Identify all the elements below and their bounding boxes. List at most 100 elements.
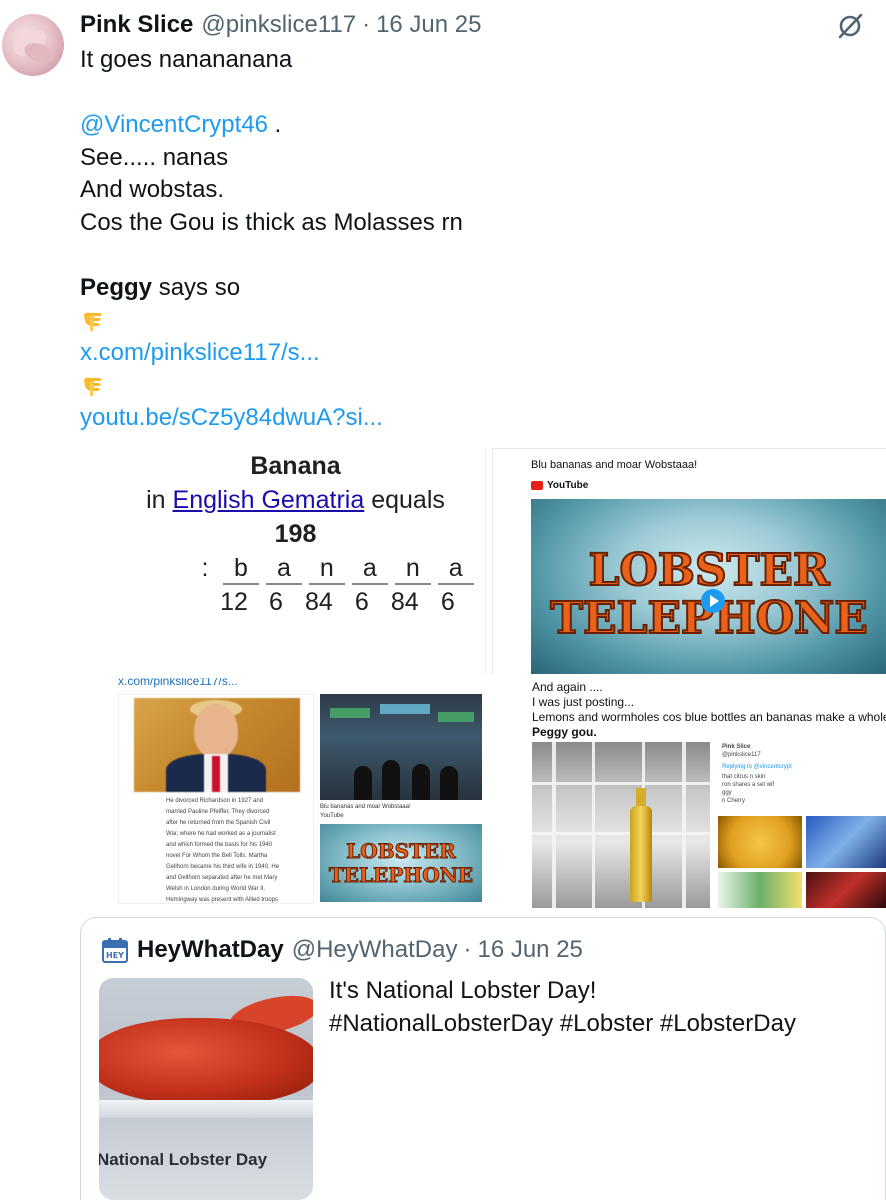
article-line: married Pauline Pfeiffer. They divorced xyxy=(166,809,270,815)
media-grid: Banana in English Gematria equals 198 : … xyxy=(80,448,886,910)
text-line xyxy=(80,369,860,402)
calendar-icon: HEY xyxy=(102,938,128,963)
mini-lobster-thumbnail: LOBSTER TELEPHONE xyxy=(320,824,482,902)
mini-youtube-title: Blu bananas and moar Wobstaaa! xyxy=(320,804,411,810)
backhand-index-pointing-down-icon xyxy=(84,312,102,332)
avatar[interactable] xyxy=(2,14,64,76)
text-line: Cos the Gou is thick as Molasses rn xyxy=(80,208,463,236)
mini-thumb xyxy=(806,816,886,868)
avatar-petal xyxy=(21,39,57,67)
media-screenshot-right[interactable]: And again .... I was just posting... Lem… xyxy=(492,678,886,908)
mini-post-name: Pink Slice xyxy=(722,744,751,750)
gematria-link: English Gematria xyxy=(172,486,365,514)
text-line: x.com/pinkslice117/s... xyxy=(80,337,860,370)
quote-text-line: It's National Lobster Day! xyxy=(329,977,597,1004)
youtube-thumbnail[interactable]: LOBSTER TELEPHONE xyxy=(531,499,886,674)
bottle xyxy=(636,788,646,808)
tweet-text: It goes nanananana @VincentCrypt46 . See… xyxy=(80,44,860,434)
portrait-photo xyxy=(134,698,300,792)
quote-image[interactable]: National Lobster Day xyxy=(99,978,313,1200)
play-icon[interactable] xyxy=(701,589,725,613)
article-line: War, where he had worked as a journalist xyxy=(166,831,276,837)
gematria-line: in English Gematria equals xyxy=(106,486,485,515)
gematria-letter: n xyxy=(308,554,345,585)
tweet-date[interactable]: 16 Jun 25 xyxy=(376,11,481,39)
media-gematria[interactable]: Banana in English Gematria equals 198 : … xyxy=(106,448,486,674)
mini-thumb xyxy=(718,816,802,868)
text-line: It goes nanananana xyxy=(80,46,293,73)
gematria-total: 198 xyxy=(274,520,317,548)
youtube-icon xyxy=(531,481,543,490)
separator-dot: · xyxy=(362,11,371,38)
text-line: And wobstas. xyxy=(80,176,225,203)
calendar-icon-text: HEY xyxy=(106,951,124,960)
mini-logo-line-2: TELEPHONE xyxy=(329,863,473,887)
mini-youtube-source: YouTube xyxy=(320,813,344,819)
peggy-rest: says so xyxy=(152,273,241,301)
media-screenshot-left[interactable]: x.com/pinkslice117/s... He divorced Rich… xyxy=(106,678,486,908)
link-x[interactable]: x.com/pinkslice117/s... xyxy=(80,339,320,366)
article-line: after he returned from the Spanish Civil xyxy=(166,820,271,826)
quote-author-name[interactable]: HeyWhatDay xyxy=(137,936,284,964)
gematria-value: 12 xyxy=(220,588,248,616)
gematria-letter: a xyxy=(437,554,474,585)
author-name[interactable]: Pink Slice xyxy=(80,11,193,39)
article-line: He divorced Richardson in 1927 and xyxy=(166,798,264,804)
mention-link[interactable]: @VincentCrypt46 xyxy=(80,111,268,138)
screenshot-text: And again .... I was just posting... Lem… xyxy=(532,680,886,740)
youtube-source: YouTube xyxy=(531,480,588,491)
article-line: Hemingway was present with Allied troops xyxy=(166,897,279,903)
mini-thumb xyxy=(806,872,886,908)
gematria-value: 6 xyxy=(440,588,455,616)
gematria-value: 84 xyxy=(390,588,419,616)
text-line xyxy=(80,304,860,337)
quote-text: It's National Lobster Day! #NationalLobs… xyxy=(329,974,796,1040)
quote-date[interactable]: 16 Jun 25 xyxy=(477,936,582,964)
quote-author-handle[interactable]: @HeyWhatDay xyxy=(292,936,458,964)
mini-thumb xyxy=(718,872,802,908)
grok-slash-icon[interactable] xyxy=(834,10,866,42)
text-line: Peggy says so xyxy=(80,272,860,305)
mini-lobster-logo: LOBSTER TELEPHONE xyxy=(328,839,473,888)
bottle xyxy=(630,806,652,902)
link-youtube[interactable]: youtu.be/sCz5y84dwuA?si... xyxy=(80,404,383,431)
article-line: novel For Whom the Bell Tolls. Martha xyxy=(166,853,268,859)
author-handle[interactable]: @pinkslice117 xyxy=(201,11,356,39)
article-line: Gellhorn became his third wife in 1940. … xyxy=(166,864,280,870)
media-youtube-card[interactable]: Blu bananas and moar Wobstaaa! YouTube L… xyxy=(492,448,886,674)
mini-post-line: ggy xyxy=(722,790,732,796)
gematria-values: 12 6 84 6 84 6 xyxy=(216,588,465,617)
gematria-title: Banana xyxy=(250,452,341,480)
screenshot-line: Peggy gou. xyxy=(532,725,597,739)
trading-floor-photo xyxy=(320,694,482,800)
gematria-value: 84 xyxy=(305,588,333,616)
quote-image-label: National Lobster Day xyxy=(99,1150,268,1169)
gematria-letter: b xyxy=(222,554,259,585)
article-text: He divorced Richardson in 1927 and marri… xyxy=(166,796,306,906)
bold-peggy: Peggy xyxy=(80,273,153,301)
gematria-value: 6 xyxy=(269,588,283,616)
gematria-letters: : b a n a n a xyxy=(194,554,474,585)
mini-post-line: that citrus n skin xyxy=(722,774,766,780)
gematria-letter: a xyxy=(351,554,388,585)
mini-post-reply: Replying to @vincentcrypt xyxy=(722,764,792,770)
tweet-header: Pink Slice @pinkslice117 · 16 Jun 25 xyxy=(80,10,481,40)
mini-post-handle: @pinkslice117 xyxy=(722,752,761,758)
ice-structure-photo xyxy=(532,742,710,908)
screenshot-url: x.com/pinkslice117/s... xyxy=(118,678,238,688)
plate xyxy=(99,1100,313,1118)
backhand-index-pointing-down-icon xyxy=(84,377,102,397)
screenshot-line: And again .... xyxy=(532,680,603,694)
text-line: youtu.be/sCz5y84dwuA?si... xyxy=(80,402,860,435)
quoted-tweet[interactable]: HEY HeyWhatDay @HeyWhatDay · 16 Jun 25 N… xyxy=(80,917,886,1200)
text-line: @VincentCrypt46 . xyxy=(80,109,860,142)
article-line: and which formed the basis for his 1940 xyxy=(166,842,273,848)
mini-post-line: n Cherry xyxy=(722,798,746,804)
youtube-title: Blu bananas and moar Wobstaaa! xyxy=(531,459,698,471)
mention-suffix: . xyxy=(268,111,282,138)
gematria-value: 6 xyxy=(354,588,369,616)
article-line: and Gellhorn separated after he met Mary xyxy=(166,875,278,881)
mini-post: Pink Slice @pinkslice117 Replying to @vi… xyxy=(718,742,886,908)
gematria-letter: n xyxy=(394,554,431,585)
quote-hashtags[interactable]: #NationalLobsterDay #Lobster #LobsterDay xyxy=(329,1007,796,1040)
